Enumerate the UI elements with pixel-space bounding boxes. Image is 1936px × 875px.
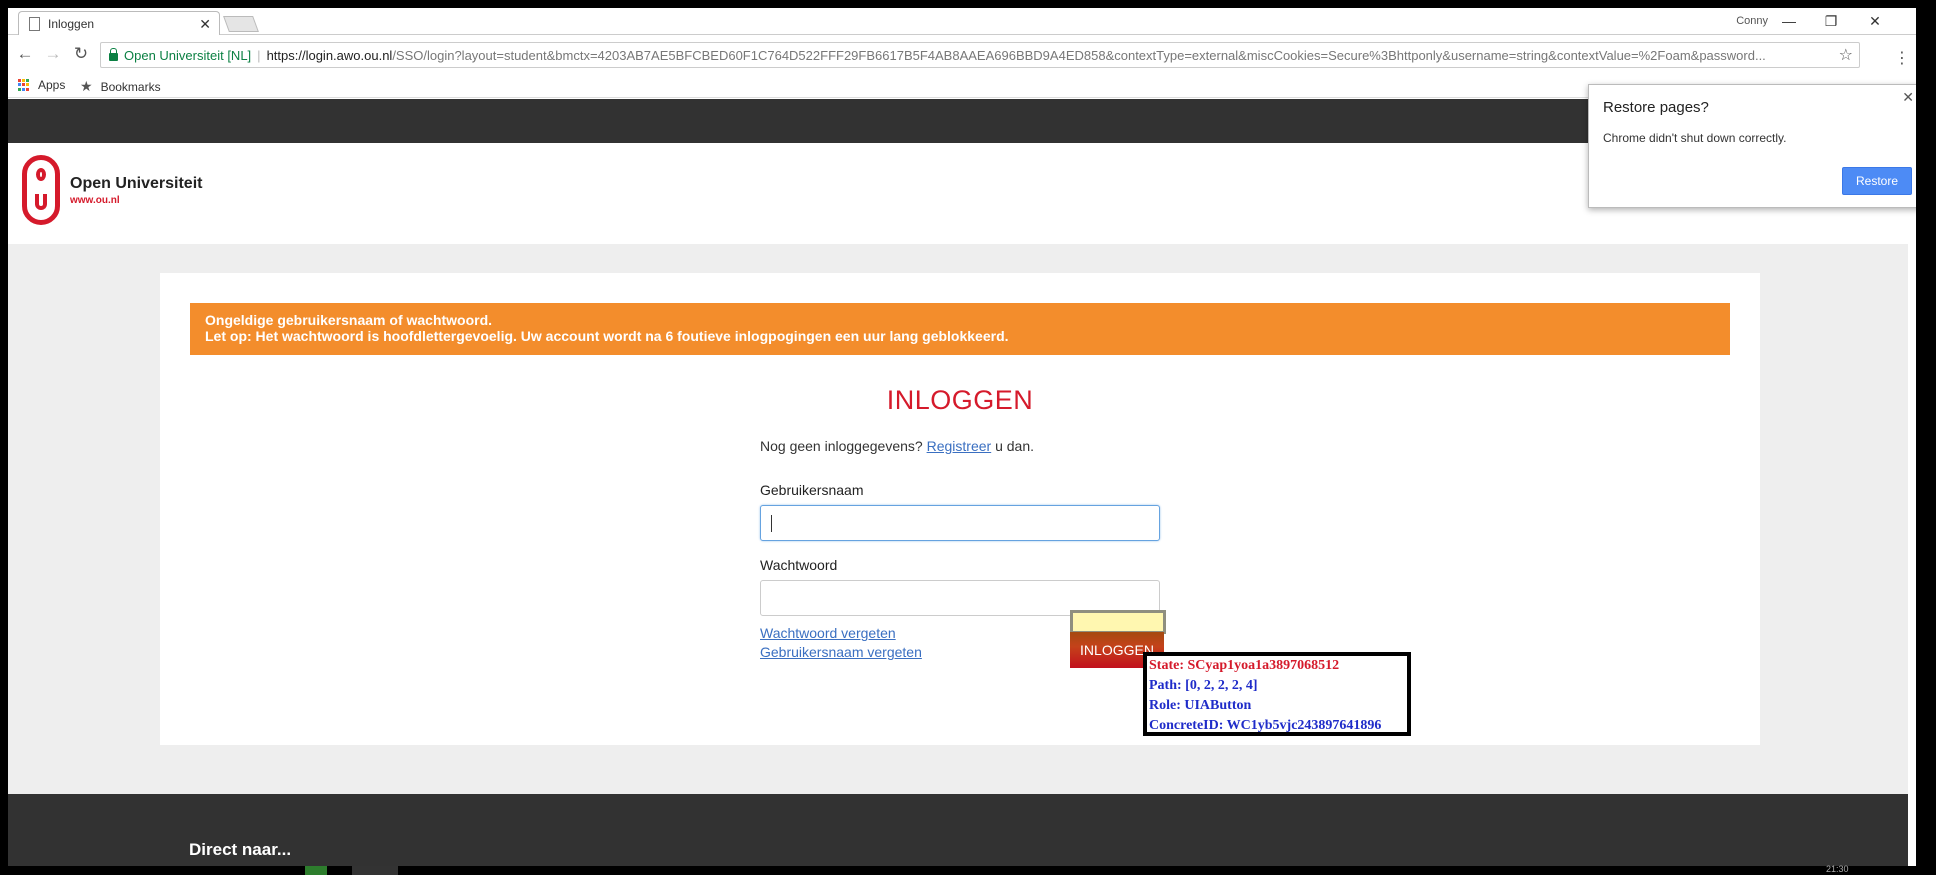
- address-bar[interactable]: Open Universiteit [NL] | https://login.a…: [100, 42, 1860, 68]
- url-path: /SSO/login?layout=student&bmctx=4203AB7A…: [392, 47, 1766, 63]
- popup-title: Restore pages?: [1603, 99, 1709, 116]
- text-caret: [771, 515, 772, 532]
- page-title: INLOGGEN: [886, 385, 1034, 415]
- tooltip-role: Role: UIAButton: [1149, 698, 1252, 713]
- bookmark-bookmarks[interactable]: ★ Bookmarks: [80, 78, 161, 95]
- register-line: Nog geen inloggegevens? Registreer u dan…: [760, 438, 1034, 454]
- site-footer: Direct naar...: [8, 794, 1908, 866]
- page: Open Universiteit www.ou.nl Ongeldige ge…: [8, 99, 1908, 866]
- error-alert: Ongeldige gebruikersnaam of wachtwoord. …: [190, 303, 1730, 355]
- taskbar: 21:30: [0, 864, 1936, 875]
- tab-title: Inloggen: [48, 16, 95, 31]
- secure-label: Open Universiteit [NL]: [124, 47, 252, 63]
- tooltip-state: State: SCyap1yoa1a3897068512: [1149, 658, 1340, 673]
- logo-url: www.ou.nl: [70, 194, 120, 206]
- tab-strip: Inloggen ✕ Conny — ❐ ✕: [8, 8, 1916, 35]
- tooltip-path: Path: [0, 2, 2, 2, 4]: [1149, 678, 1258, 693]
- alert-line-1: Ongeldige gebruikersnaam of wachtwoord.: [205, 312, 493, 328]
- popup-close-icon[interactable]: ✕: [1902, 89, 1914, 106]
- reload-icon[interactable]: ↻: [70, 43, 92, 65]
- restore-button[interactable]: Restore: [1842, 167, 1912, 195]
- forward-icon[interactable]: →: [42, 43, 64, 65]
- star-icon: ★: [80, 78, 93, 94]
- alert-line-2: Let op: Het wachtwoord is hoofdlettergev…: [205, 328, 1009, 344]
- tooltip-concrete-id: ConcreteID: WC1yb5vjc243897641896: [1149, 718, 1382, 733]
- forgot-password-link[interactable]: Wachtwoord vergeten: [760, 625, 896, 641]
- new-tab-button[interactable]: [223, 16, 259, 32]
- toolbar: ← → ↻ Open Universiteit [NL] | https://l…: [8, 36, 1916, 74]
- register-link[interactable]: Registreer: [927, 438, 992, 454]
- separator: |: [257, 47, 261, 63]
- taskbar-clock: 21:30: [1826, 864, 1849, 874]
- profile-name[interactable]: Conny: [1736, 15, 1768, 27]
- forgot-links: Wachtwoord vergeten Gebruikersnaam verge…: [760, 624, 922, 662]
- register-suffix: u dan.: [995, 438, 1035, 454]
- username-label: Gebruikersnaam: [760, 482, 864, 498]
- ou-logo-mark: [22, 155, 60, 225]
- restore-pages-popup: Restore pages? Chrome didn't shut down c…: [1588, 84, 1916, 208]
- register-prefix: Nog geen inloggegevens?: [760, 438, 923, 454]
- close-tab-icon[interactable]: ✕: [199, 16, 211, 33]
- menu-icon[interactable]: ⋮: [1894, 48, 1910, 68]
- taskbar-item[interactable]: [352, 866, 398, 875]
- close-window-icon[interactable]: ✕: [1854, 10, 1896, 32]
- footer-title: Direct naar...: [189, 840, 292, 859]
- lock-icon: [109, 48, 118, 61]
- url-host: https://login.awo.ou.nl: [266, 47, 393, 63]
- bookmarks-label: Bookmarks: [100, 79, 161, 94]
- taskbar-item[interactable]: [305, 866, 327, 875]
- popup-text: Chrome didn't shut down correctly.: [1603, 131, 1787, 145]
- username-input[interactable]: [760, 505, 1160, 541]
- browser-window: Inloggen ✕ Conny — ❐ ✕ ← → ↻ Open Univer…: [8, 8, 1916, 866]
- minimize-icon[interactable]: —: [1768, 10, 1810, 32]
- logo-name: Open Universiteit: [70, 174, 203, 192]
- bookmark-apps[interactable]: Apps: [18, 78, 65, 92]
- highlight-box: [1070, 610, 1166, 634]
- password-label: Wachtwoord: [760, 557, 838, 573]
- bookmark-star-icon[interactable]: ☆: [1839, 45, 1853, 65]
- screen: Inloggen ✕ Conny — ❐ ✕ ← → ↻ Open Univer…: [0, 0, 1936, 875]
- apps-label: Apps: [38, 78, 66, 92]
- ou-logo[interactable]: Open Universiteit www.ou.nl: [22, 155, 202, 225]
- back-icon[interactable]: ←: [14, 43, 36, 65]
- inspector-tooltip: State: SCyap1yoa1a3897068512 Path: [0, 2…: [1143, 652, 1411, 736]
- apps-grid-icon: [18, 79, 30, 91]
- restore-window-icon[interactable]: ❐: [1810, 10, 1852, 32]
- forgot-username-link[interactable]: Gebruikersnaam vergeten: [760, 644, 922, 660]
- page-icon: [29, 16, 40, 31]
- tab-inloggen[interactable]: Inloggen ✕: [18, 11, 220, 35]
- login-card: Ongeldige gebruikersnaam of wachtwoord. …: [160, 273, 1760, 745]
